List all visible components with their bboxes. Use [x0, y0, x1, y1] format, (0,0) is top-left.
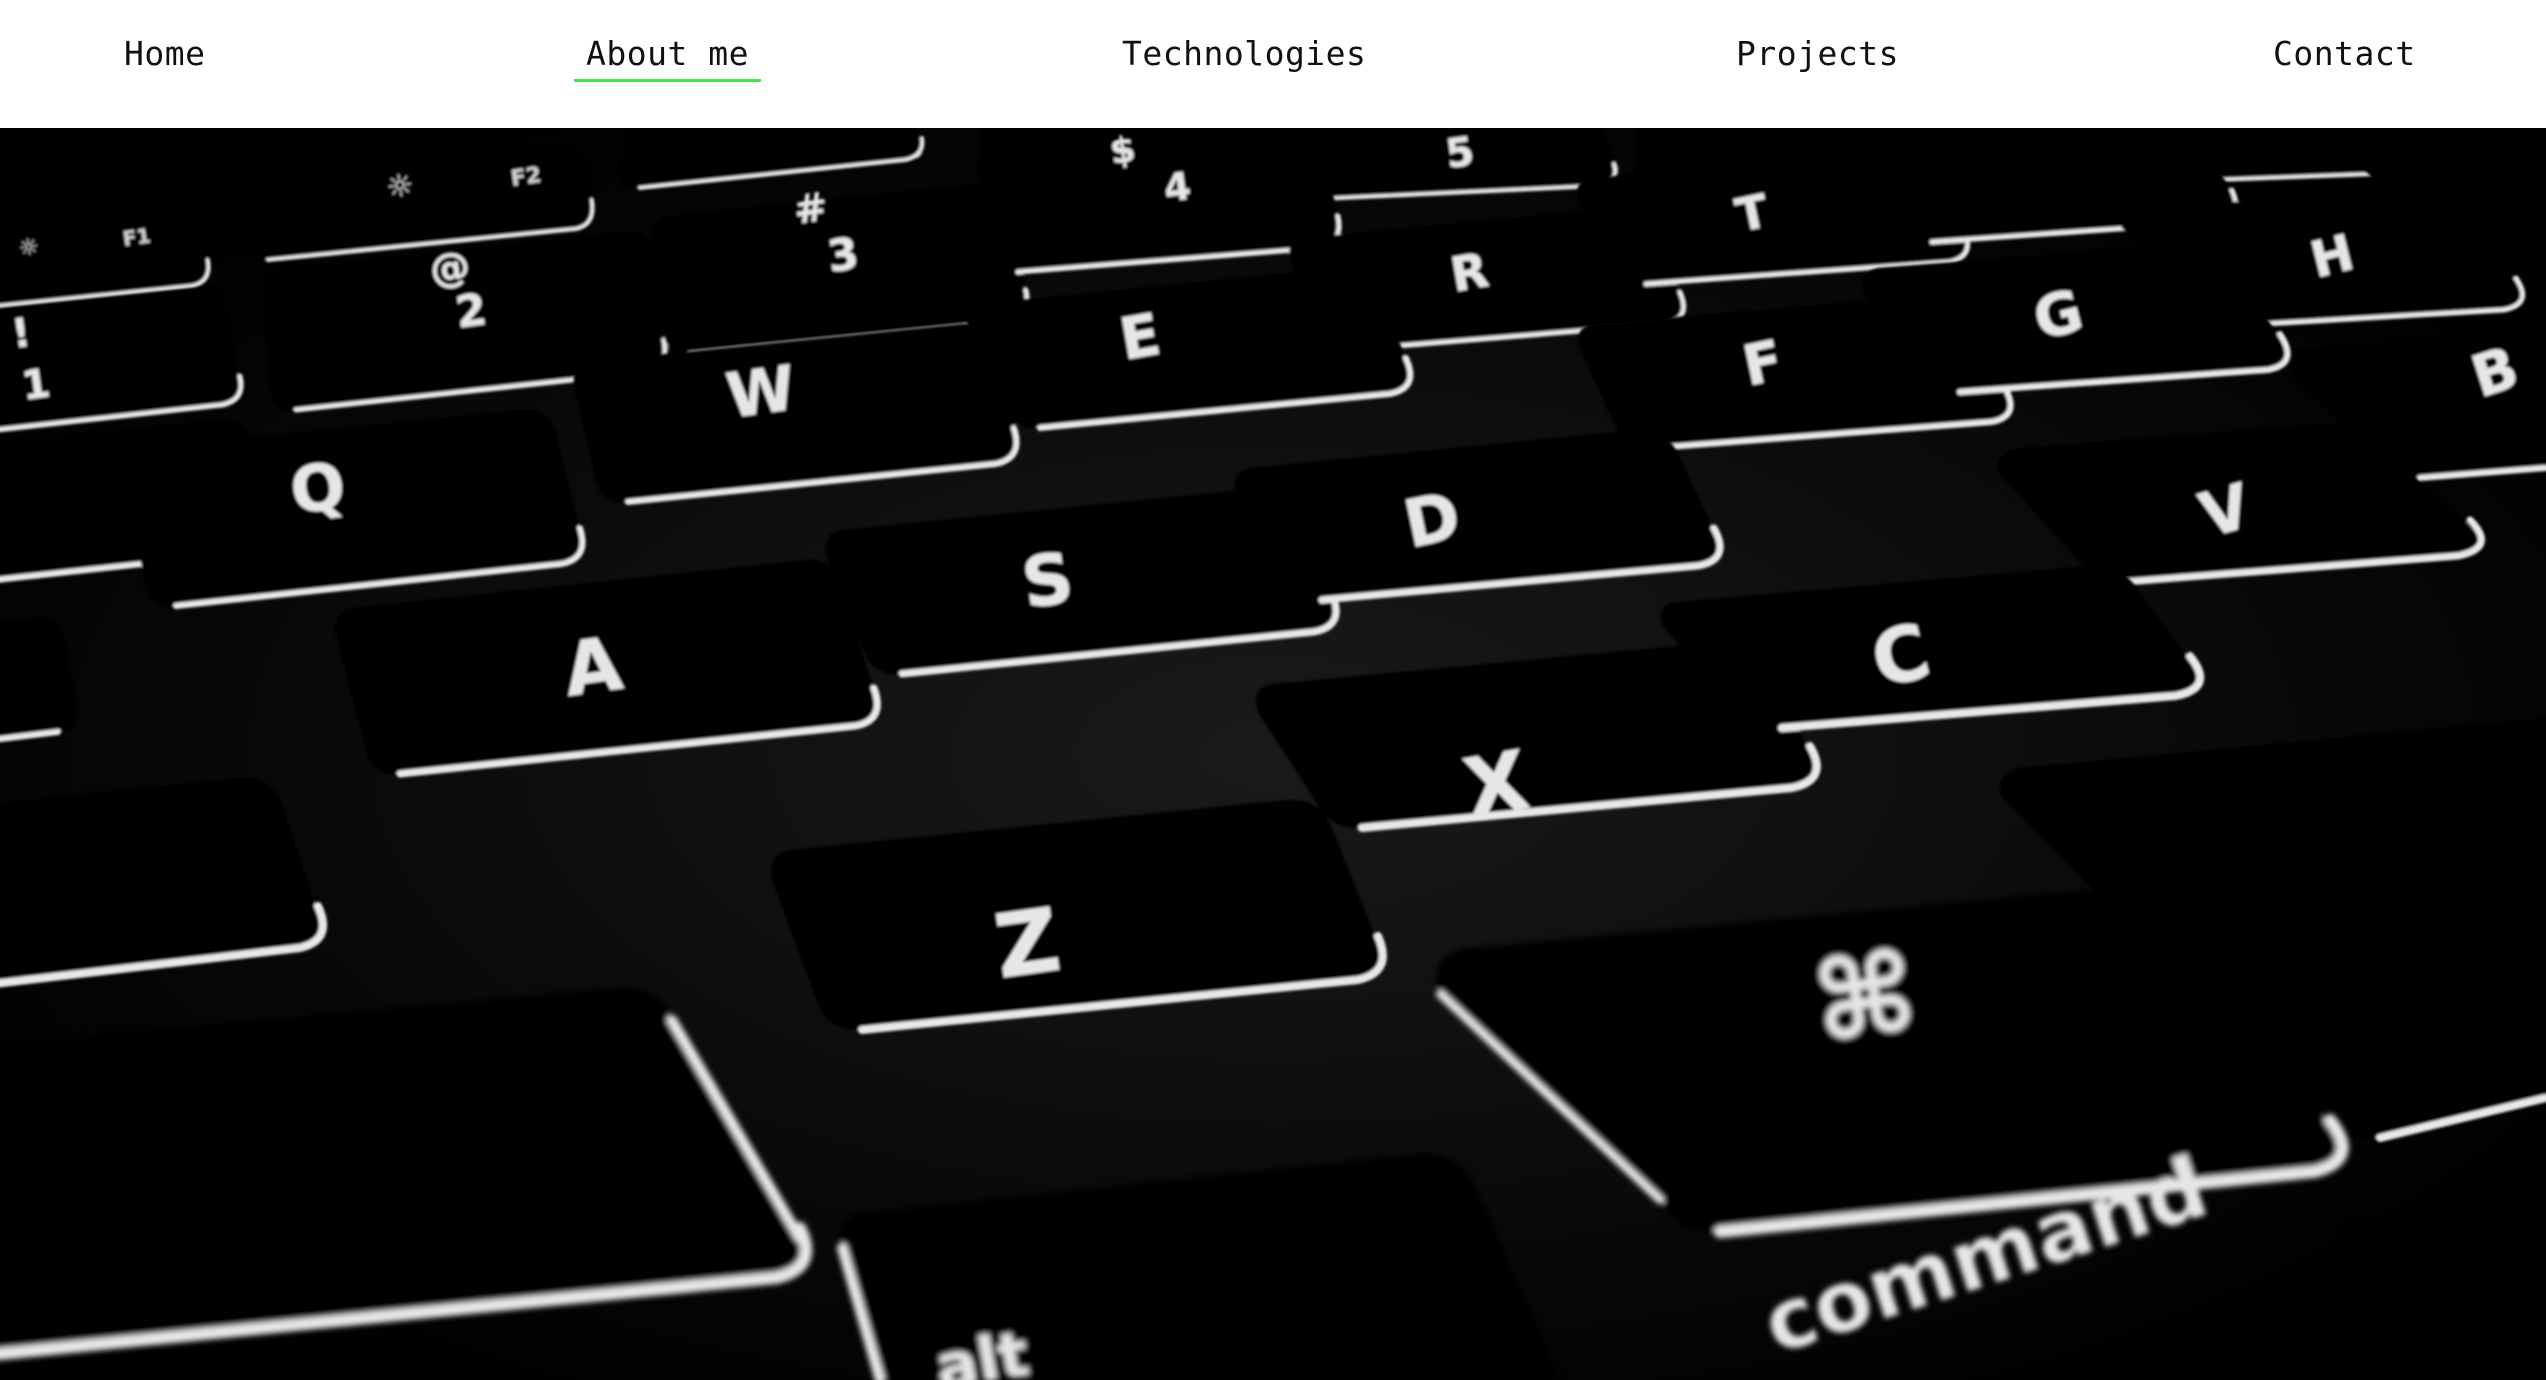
svg-text:⌘: ⌘ [1806, 927, 1925, 1068]
keyboard-illustration: ☼ F1 ☼ F2 5 ! 1 @ 2 # 3 $ 4 R T H Q W E … [0, 128, 2546, 1380]
svg-text:F1: F1 [121, 223, 152, 251]
svg-text:Q: Q [286, 449, 350, 530]
top-navigation: Home About me Technologies Projects Cont… [0, 0, 2546, 128]
svg-text:W: W [722, 351, 800, 433]
key-4: $ 4 [978, 128, 1342, 275]
svg-text:A: A [559, 621, 628, 714]
hero-keyboard-image: ☼ F1 ☼ F2 5 ! 1 @ 2 # 3 $ 4 R T H Q W E … [0, 128, 2546, 1380]
svg-text:☼: ☼ [384, 168, 416, 206]
nav-technologies-link[interactable]: Technologies [1122, 34, 1366, 73]
nav-about-me-link[interactable]: About me [574, 34, 761, 82]
key-g: G [1861, 243, 2291, 395]
svg-text:F2: F2 [509, 163, 543, 192]
svg-text:☼: ☼ [17, 234, 40, 262]
nav-contact-link[interactable]: Contact [2273, 34, 2416, 73]
nav-home-link[interactable]: Home [124, 34, 205, 73]
svg-text:#: # [791, 184, 831, 234]
nav-projects-link[interactable]: Projects [1736, 34, 1899, 73]
